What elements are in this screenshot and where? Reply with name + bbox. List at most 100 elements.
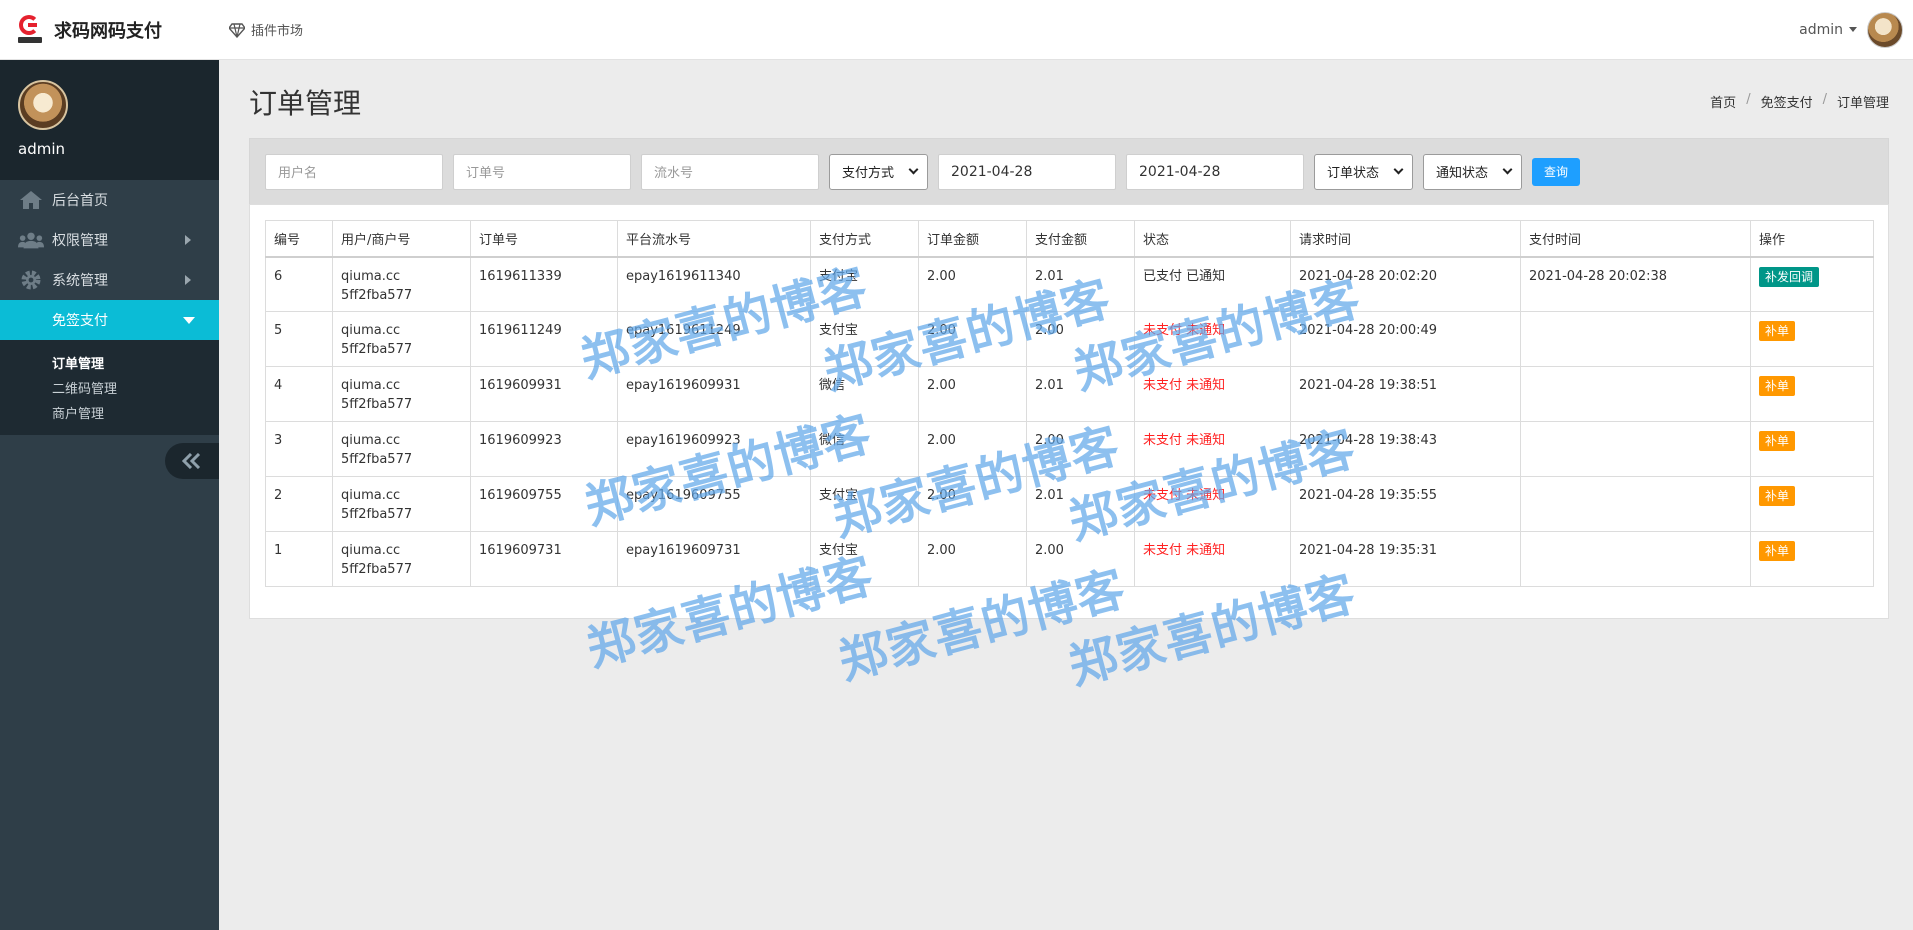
user-name: qiuma.cc — [341, 433, 401, 448]
sidebar-item-home[interactable]: 后台首页 — [0, 180, 219, 220]
notify-status-select[interactable]: 通知状态 — [1423, 153, 1522, 190]
pay-method: 支付宝 — [819, 323, 859, 338]
merchant-no: 5ff2fba577 — [341, 562, 413, 577]
start-date-input[interactable]: 2021-04-28 — [938, 153, 1116, 190]
cell-order-amount: 2.00 — [918, 311, 1027, 367]
plugin-market-link[interactable]: 插件市场 — [229, 20, 303, 39]
cell-id: 3 — [265, 421, 333, 477]
column-header: 请求时间 — [1290, 220, 1521, 258]
request-time: 2021-04-28 19:38:51 — [1299, 378, 1438, 393]
cell-id: 1 — [265, 531, 333, 587]
breadcrumb-home[interactable]: 首页 — [1710, 92, 1736, 111]
sidebar-profile: admin — [0, 60, 219, 180]
pay-method: 微信 — [819, 433, 846, 448]
chevron-right-icon — [185, 275, 191, 285]
cell-order-no: 1619611249 — [470, 311, 618, 367]
cell-action: 补单 — [1750, 476, 1874, 532]
column-header: 订单金额 — [918, 220, 1027, 258]
user-name: qiuma.cc — [341, 268, 401, 284]
pay-status: 已支付 — [1143, 268, 1183, 284]
order-amount: 2.00 — [927, 378, 956, 393]
cell-user: qiuma.cc 5ff2fba577 — [332, 311, 471, 367]
brand[interactable]: 求码网码支付 — [0, 14, 219, 45]
cell-action: 补单 — [1750, 366, 1874, 422]
cell-paid-amount: 2.01 — [1026, 366, 1135, 422]
cell-id: 4 — [265, 366, 333, 422]
resupply-order-button[interactable]: 补单 — [1759, 321, 1796, 341]
user-name: qiuma.cc — [341, 543, 401, 558]
orders-table: 编号 用户/商户号 订单号 平台流水号 支付方式 订单金额 支付金额 状态 请求… — [265, 220, 1874, 587]
avatar[interactable] — [1867, 11, 1903, 48]
cell-status: 已支付 已通知 — [1134, 256, 1291, 312]
cell-order-amount: 2.00 — [918, 531, 1027, 587]
order-status-select[interactable]: 订单状态 — [1314, 153, 1413, 190]
notify-status: 未通知 — [1186, 543, 1226, 558]
cell-serial-no: epay1619609931 — [617, 366, 811, 422]
order-no: 1619609731 — [479, 543, 562, 558]
cell-status: 未支付 未通知 — [1134, 421, 1291, 477]
cell-pay-time — [1520, 531, 1751, 587]
user-name: qiuma.cc — [341, 378, 401, 393]
cell-user: qiuma.cc 5ff2fba577 — [332, 531, 471, 587]
column-header: 支付方式 — [810, 220, 919, 258]
breadcrumb-section[interactable]: 免签支付 — [1761, 92, 1813, 111]
cell-pay-method: 微信 — [810, 366, 919, 422]
resupply-order-button[interactable]: 补单 — [1759, 376, 1796, 396]
table-row: 6 qiuma.cc 5ff2fba577 1619611339 epay1619611… — [265, 256, 1874, 312]
request-time: 2021-04-28 20:00:49 — [1299, 323, 1438, 338]
order-amount: 2.00 — [927, 433, 956, 448]
cell-id: 2 — [265, 476, 333, 532]
double-chevron-left-icon — [182, 453, 201, 469]
submenu-item-merchants[interactable]: 商户管理 — [0, 402, 219, 427]
cell-action: 补单 — [1750, 531, 1874, 587]
cell-serial-no: epay1619611249 — [617, 311, 811, 367]
serial-no: epay1619611249 — [626, 323, 741, 338]
serial-no: epay1619609755 — [626, 488, 741, 503]
order-amount: 2.00 — [927, 323, 956, 338]
end-date-input[interactable]: 2021-04-28 — [1126, 153, 1304, 190]
column-header: 支付时间 — [1520, 220, 1751, 258]
cell-order-amount: 2.00 — [918, 476, 1027, 532]
serial-no: epay1619611340 — [626, 268, 741, 284]
resupply-order-button[interactable]: 补单 — [1759, 541, 1796, 561]
profile-avatar[interactable] — [18, 80, 68, 130]
sidebar-collapse-button[interactable] — [165, 443, 219, 479]
resupply-order-button[interactable]: 补单 — [1759, 431, 1796, 451]
resupply-order-button[interactable]: 补单 — [1759, 486, 1796, 506]
breadcrumb-separator: / — [1822, 92, 1827, 107]
table-row: 4 qiuma.cc 5ff2fba577 1619609931 epay1619609… — [265, 366, 1874, 422]
column-header: 编号 — [265, 220, 333, 258]
submenu-item-orders[interactable]: 订单管理 — [0, 352, 219, 377]
pay-method-select[interactable]: 支付方式 — [829, 153, 928, 190]
sidebar-item-label: 权限管理 — [52, 233, 108, 249]
cell-order-amount: 2.00 — [918, 366, 1027, 422]
cell-request-time: 2021-04-28 19:38:43 — [1290, 421, 1521, 477]
query-button[interactable]: 查询 — [1532, 157, 1581, 186]
orders-panel: 编号 用户/商户号 订单号 平台流水号 支付方式 订单金额 支付金额 状态 请求… — [249, 204, 1889, 619]
sidebar-item-free-sign-pay[interactable]: 免签支付 — [0, 300, 219, 340]
diamond-icon — [229, 22, 245, 38]
cell-action: 补单 — [1750, 421, 1874, 477]
users-icon — [18, 230, 44, 250]
pay-status: 未支付 — [1143, 323, 1183, 338]
submenu-item-qrcodes[interactable]: 二维码管理 — [0, 377, 219, 402]
user-menu[interactable]: admin — [1799, 11, 1913, 48]
sidebar-item-permissions[interactable]: 权限管理 — [0, 220, 219, 260]
cell-user: qiuma.cc 5ff2fba577 — [332, 421, 471, 477]
order-id: 6 — [274, 268, 283, 284]
request-time: 2021-04-28 20:02:20 — [1299, 268, 1438, 284]
username-input[interactable]: 用户名 — [265, 153, 443, 190]
serial-no-input[interactable]: 流水号 — [641, 153, 819, 190]
order-id: 1 — [274, 543, 283, 558]
cell-pay-time — [1520, 421, 1751, 477]
pay-method: 微信 — [819, 378, 846, 393]
main-content: 订单管理 首页 / 免签支付 / 订单管理 用户名 订单号 流水号 支付方式 2… — [219, 60, 1913, 930]
sidebar-item-label: 后台首页 — [52, 193, 108, 209]
resend-callback-button[interactable]: 补发回调 — [1759, 266, 1820, 287]
home-icon — [18, 190, 44, 210]
order-status-value: 订单状态 — [1327, 166, 1380, 181]
column-header: 平台流水号 — [617, 220, 811, 258]
notify-status: 未通知 — [1186, 488, 1226, 503]
sidebar-item-system[interactable]: 系统管理 — [0, 260, 219, 300]
order-no-input[interactable]: 订单号 — [453, 153, 631, 190]
